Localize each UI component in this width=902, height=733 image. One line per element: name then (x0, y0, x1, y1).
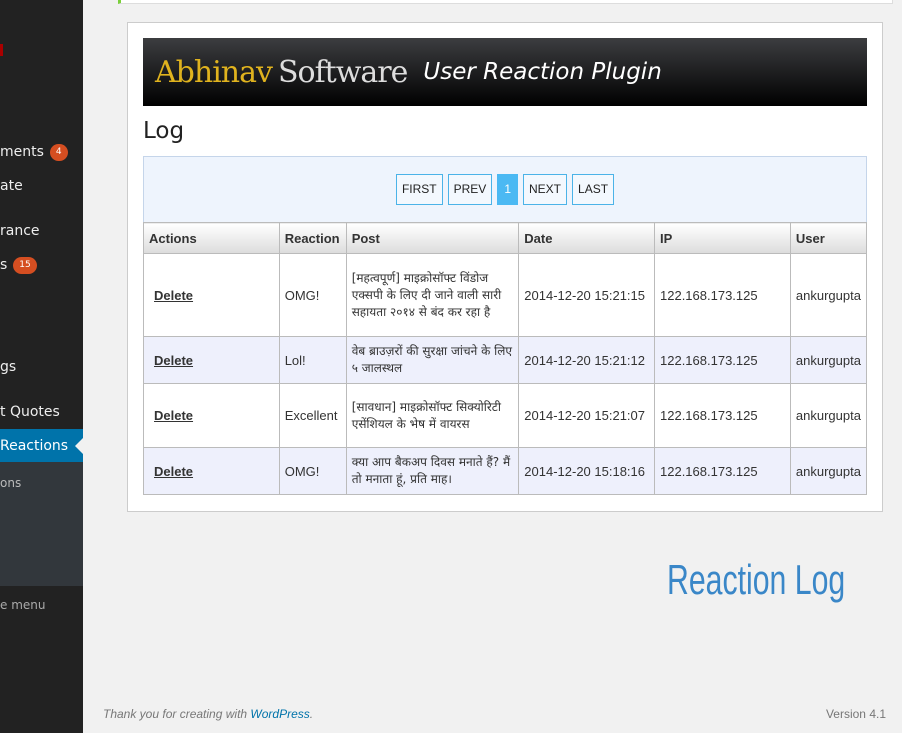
version-label: Version 4.1 (825, 707, 886, 721)
menu-icon-fragment (0, 44, 3, 56)
submenu: ons (0, 462, 83, 586)
sidebar-item-label: rance (0, 223, 40, 239)
ip-cell: 122.168.173.125 (654, 447, 791, 495)
sidebar-item-plugins[interactable]: s 15 (0, 248, 83, 282)
sidebar-item-update[interactable]: ate (0, 169, 83, 203)
user-cell: ankurgupta (789, 336, 868, 384)
table-row: Delete Lol! वेब ब्राउज़रों की सुरक्षा जा… (143, 336, 868, 384)
date-cell: 2014-12-20 15:21:15 (518, 253, 655, 337)
plugin-name: User Reaction Plugin (423, 59, 662, 85)
submenu-item-label: ons (0, 476, 22, 490)
last-page-button[interactable]: LAST (572, 174, 615, 205)
sidebar-item-label: Reactions (0, 438, 69, 454)
user-cell: ankurgupta (789, 383, 868, 448)
reaction-log-table: Actions Reaction Post Date IP User Delet… (143, 222, 868, 495)
date-cell: 2014-12-20 15:21:12 (518, 336, 655, 384)
col-header-reaction: Reaction (278, 222, 347, 254)
reaction-cell: Lol! (278, 336, 347, 384)
sidebar-item-reactions[interactable]: Reactions (0, 429, 83, 463)
user-cell: ankurgupta (789, 253, 868, 337)
date-cell: 2014-12-20 15:18:16 (518, 447, 655, 495)
footer-period: . (309, 707, 314, 721)
sidebar-item-settings[interactable]: gs (0, 350, 83, 384)
caption-heading: Reaction Log (667, 556, 846, 603)
count-badge: 4 (49, 143, 68, 161)
collapse-menu-button[interactable]: e menu (0, 588, 83, 622)
table-row: Delete Excellent [सावधान] माइक्रोसॉफ्ट स… (143, 383, 868, 448)
reaction-cell: OMG! (278, 253, 347, 337)
notice-bar (118, 0, 893, 4)
delete-link[interactable]: Delete (149, 408, 193, 423)
table-row: Delete OMG! [महत्वपूर्ण] माइक्रोसॉफ्ट वि… (143, 253, 868, 337)
post-cell: [सावधान] माइक्रोसॉफ्ट सिक्योरिटी एसेंशिय… (345, 383, 520, 448)
page-title: Log (143, 118, 185, 144)
post-cell: वेब ब्राउज़रों की सुरक्षा जांचने के लिए … (345, 336, 520, 384)
user-cell: ankurgupta (789, 447, 868, 495)
wordpress-link[interactable]: WordPress (250, 707, 309, 721)
sidebar-item-label: s (0, 257, 8, 273)
footer-text: Thank you for creating with (103, 707, 251, 721)
col-header-date: Date (518, 222, 655, 254)
delete-link[interactable]: Delete (149, 353, 193, 368)
count-badge: 15 (13, 256, 37, 274)
delete-link[interactable]: Delete (149, 288, 193, 303)
ip-cell: 122.168.173.125 (654, 336, 791, 384)
admin-sidebar: ments 4 ate rance s 15 gs t Quotes Reactio… (0, 0, 83, 733)
sidebar-item-label: t Quotes (0, 404, 60, 420)
post-cell: [महत्वपूर्ण] माइक्रोसॉफ्ट विंडोज एक्सपी … (345, 253, 520, 337)
sidebar-item-label: ate (0, 178, 23, 194)
submenu-item-options[interactable]: ons (0, 466, 83, 500)
plugin-banner: Abhinav Software User Reaction Plugin (143, 38, 867, 106)
current-page-button[interactable]: 1 (497, 174, 518, 205)
sidebar-item-appearance[interactable]: rance (0, 214, 83, 248)
prev-page-button[interactable]: PREV (447, 174, 493, 205)
collapse-label: e menu (0, 598, 46, 612)
brand-logo: Abhinav (155, 54, 273, 90)
sidebar-item-label: gs (0, 359, 17, 375)
date-cell: 2014-12-20 15:21:07 (518, 383, 655, 448)
first-page-button[interactable]: FIRST (395, 174, 443, 205)
col-header-ip: IP (654, 222, 791, 254)
table-row: Delete OMG! क्या आप बैकअप दिवस मनाते हैं… (143, 447, 868, 495)
sidebar-item-comments[interactable]: ments 4 (0, 135, 83, 169)
col-header-post: Post (345, 222, 520, 254)
sidebar-item-quotes[interactable]: t Quotes (0, 395, 83, 429)
reaction-cell: Excellent (278, 383, 347, 448)
delete-link[interactable]: Delete (149, 464, 193, 479)
ip-cell: 122.168.173.125 (654, 253, 791, 337)
pagination: FIRST PREV 1 NEXT LAST (143, 156, 867, 223)
post-cell: क्या आप बैकअप दिवस मनाते हैं? मैं तो मना… (345, 447, 520, 495)
brand-logo-software: Software (277, 54, 408, 90)
sidebar-item-label: ments (0, 144, 44, 160)
next-page-button[interactable]: NEXT (523, 174, 568, 205)
col-header-user: User (789, 222, 868, 254)
footer-credit: Thank you for creating with WordPress. (103, 707, 313, 721)
reaction-cell: OMG! (278, 447, 347, 495)
ip-cell: 122.168.173.125 (654, 383, 791, 448)
col-header-actions: Actions (143, 222, 280, 254)
